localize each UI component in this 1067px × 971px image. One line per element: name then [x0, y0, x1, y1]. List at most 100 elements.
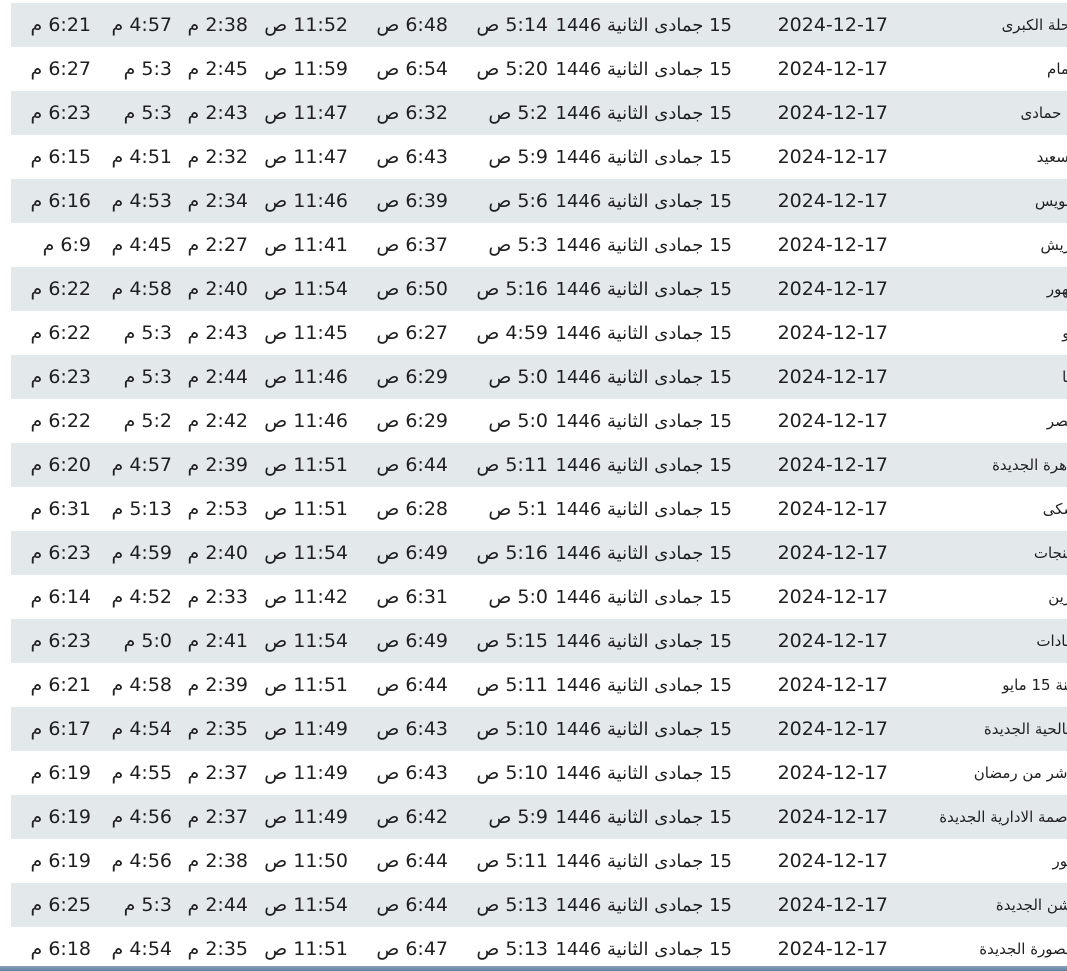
gregorian-date-cell: 2024-12-17: [743, 267, 888, 311]
sunrise-time-cell: 6:49 ص: [348, 619, 448, 663]
table-row: الدلنجات2024-12-1715 جمادى الثانية 14465…: [11, 531, 1067, 575]
city-cell: العاصمة الادارية الجديدة: [888, 795, 1067, 839]
dhuhr-time-cell: 11:45 ص: [248, 311, 348, 355]
fajr-time-cell: 5:0 ص: [448, 575, 552, 619]
asr-time-cell: 2:40 م: [172, 267, 248, 311]
maghrib-time-cell: 5:3 م: [97, 47, 172, 91]
city-cell: القاهرة الجديدة: [888, 443, 1067, 487]
fajr-time-cell: 5:14 ص: [448, 3, 552, 47]
asr-time-cell: 2:27 م: [172, 223, 248, 267]
isha-time-cell: 6:25 م: [11, 883, 97, 927]
asr-time-cell: 2:34 م: [172, 179, 248, 223]
city-cell: اسنا: [888, 355, 1067, 399]
fajr-time-cell: 5:10 ص: [448, 751, 552, 795]
hijri-date-cell: 15 جمادى الثانية 1446: [552, 795, 743, 839]
hijri-date-cell: 15 جمادى الثانية 1446: [552, 531, 743, 575]
table-row: المحلة الكبرى2024-12-1715 جمادى الثانية …: [11, 3, 1067, 47]
hijri-date-cell: 15 جمادى الثانية 1446: [552, 47, 743, 91]
dhuhr-time-cell: 11:54 ص: [248, 267, 348, 311]
maghrib-time-cell: 4:55 م: [97, 751, 172, 795]
isha-time-cell: 6:9 م: [11, 223, 97, 267]
dhuhr-time-cell: 11:41 ص: [248, 223, 348, 267]
table-row: القاهرة الجديدة2024-12-1715 جمادى الثاني…: [11, 443, 1067, 487]
sunrise-time-cell: 6:44 ص: [348, 883, 448, 927]
gregorian-date-cell: 2024-12-17: [743, 311, 888, 355]
sunrise-time-cell: 6:43 ص: [348, 751, 448, 795]
sunrise-time-cell: 6:48 ص: [348, 3, 448, 47]
maghrib-time-cell: 4:56 م: [97, 795, 172, 839]
isha-time-cell: 6:31 م: [11, 487, 97, 531]
sunrise-time-cell: 6:44 ص: [348, 663, 448, 707]
asr-time-cell: 2:38 م: [172, 3, 248, 47]
fajr-time-cell: 5:15 ص: [448, 619, 552, 663]
city-cell: الدلنجات: [888, 531, 1067, 575]
fajr-time-cell: 5:13 ص: [448, 927, 552, 971]
asr-time-cell: 2:53 م: [172, 487, 248, 531]
isha-time-cell: 6:16 م: [11, 179, 97, 223]
sunrise-time-cell: 6:31 ص: [348, 575, 448, 619]
table-row: العاصمة الادارية الجديدة2024-12-1715 جما…: [11, 795, 1067, 839]
gregorian-date-cell: 2024-12-17: [743, 3, 888, 47]
gregorian-date-cell: 2024-12-17: [743, 663, 888, 707]
maghrib-time-cell: 4:59 م: [97, 531, 172, 575]
asr-time-cell: 2:39 م: [172, 663, 248, 707]
sunrise-time-cell: 6:47 ص: [348, 927, 448, 971]
sunrise-time-cell: 6:27 ص: [348, 311, 448, 355]
table-row: الفشن الجديدة2024-12-1715 جمادى الثانية …: [11, 883, 1067, 927]
fajr-time-cell: 5:6 ص: [448, 179, 552, 223]
isha-time-cell: 6:22 م: [11, 267, 97, 311]
dhuhr-time-cell: 11:52 ص: [248, 3, 348, 47]
fajr-time-cell: 5:0 ص: [448, 399, 552, 443]
dhuhr-time-cell: 11:51 ص: [248, 927, 348, 971]
hijri-date-cell: 15 جمادى الثانية 1446: [552, 179, 743, 223]
city-cell: السويس: [888, 179, 1067, 223]
maghrib-time-cell: 4:51 م: [97, 135, 172, 179]
city-cell: العبور: [888, 839, 1067, 883]
fajr-time-cell: 5:11 ص: [448, 839, 552, 883]
maghrib-time-cell: 4:56 م: [97, 839, 172, 883]
hijri-date-cell: 15 جمادى الثانية 1446: [552, 619, 743, 663]
fajr-time-cell: 5:1 ص: [448, 487, 552, 531]
table-row: الأقصر2024-12-1715 جمادى الثانية 14465:0…: [11, 399, 1067, 443]
dhuhr-time-cell: 11:54 ص: [248, 883, 348, 927]
sunrise-time-cell: 6:29 ص: [348, 399, 448, 443]
city-cell: المحلة الكبرى: [888, 3, 1067, 47]
maghrib-time-cell: 5:3 م: [97, 883, 172, 927]
city-cell: بورسعيد: [888, 135, 1067, 179]
gregorian-date-cell: 2024-12-17: [743, 795, 888, 839]
hijri-date-cell: 15 جمادى الثانية 1446: [552, 91, 743, 135]
dhuhr-time-cell: 11:54 ص: [248, 619, 348, 663]
asr-time-cell: 2:45 م: [172, 47, 248, 91]
isha-time-cell: 6:22 م: [11, 399, 97, 443]
asr-time-cell: 2:32 م: [172, 135, 248, 179]
asr-time-cell: 2:44 م: [172, 883, 248, 927]
sunrise-time-cell: 6:42 ص: [348, 795, 448, 839]
bottom-scroll-edge: [0, 966, 1067, 971]
dhuhr-time-cell: 11:47 ص: [248, 91, 348, 135]
table-row: المنصورة الجديدة2024-12-1715 جمادى الثان…: [11, 927, 1067, 971]
table-row: ادفو2024-12-1715 جمادى الثانية 14464:59 …: [11, 311, 1067, 355]
isha-time-cell: 6:23 م: [11, 91, 97, 135]
dhuhr-time-cell: 11:46 ص: [248, 399, 348, 443]
hijri-date-cell: 15 جمادى الثانية 1446: [552, 927, 743, 971]
hijri-date-cell: 15 جمادى الثانية 1446: [552, 663, 743, 707]
dhuhr-time-cell: 11:42 ص: [248, 575, 348, 619]
city-cell: المنصورة الجديدة: [888, 927, 1067, 971]
maghrib-time-cell: 5:2 م: [97, 399, 172, 443]
isha-time-cell: 6:23 م: [11, 531, 97, 575]
asr-time-cell: 2:42 م: [172, 399, 248, 443]
maghrib-time-cell: 4:45 م: [97, 223, 172, 267]
isha-time-cell: 6:19 م: [11, 839, 97, 883]
isha-time-cell: 6:14 م: [11, 575, 97, 619]
isha-time-cell: 6:23 م: [11, 619, 97, 663]
city-cell: السادات: [888, 619, 1067, 663]
dhuhr-time-cell: 11:51 ص: [248, 487, 348, 531]
table-row: توشكى2024-12-1715 جمادى الثانية 14465:1 …: [11, 487, 1067, 531]
sunrise-time-cell: 6:49 ص: [348, 531, 448, 575]
gregorian-date-cell: 2024-12-17: [743, 707, 888, 751]
isha-time-cell: 6:23 م: [11, 355, 97, 399]
gregorian-date-cell: 2024-12-17: [743, 47, 888, 91]
table-row: السويس2024-12-1715 جمادى الثانية 14465:6…: [11, 179, 1067, 223]
isha-time-cell: 6:22 م: [11, 311, 97, 355]
city-cell: الصالحية الجديدة: [888, 707, 1067, 751]
